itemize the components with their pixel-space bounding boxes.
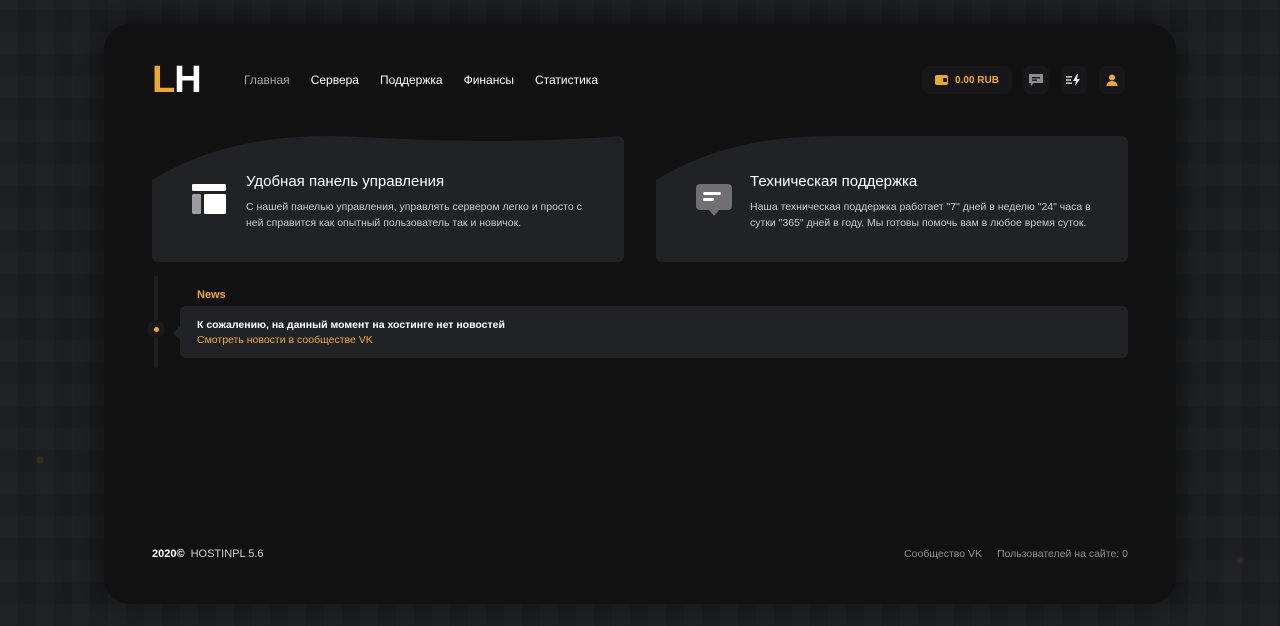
copyright-year: 2020© <box>152 548 185 560</box>
news-item: К сожалению, на данный момент на хостинг… <box>173 306 1128 358</box>
vk-community-link[interactable]: Сообщество VK <box>904 547 982 561</box>
card-text: С нашей панелью управления, управлять се… <box>246 201 582 229</box>
chat-bubble-icon <box>696 184 732 216</box>
footer-links: Сообщество VK Пользователей на сайте: 0 <box>904 547 1128 561</box>
news-message: К сожалению, на данный момент на хостинг… <box>197 319 505 331</box>
footer-copyright: 2020© HOSTINPL 5.6 <box>152 547 264 561</box>
main-nav: Главная Сервера Поддержка Финансы Статис… <box>244 72 598 88</box>
nav-item-statistics[interactable]: Статистика <box>535 72 598 88</box>
logo[interactable]: LH <box>152 59 202 101</box>
card-title: Техническая поддержка <box>750 173 918 190</box>
messages-button[interactable] <box>1023 66 1049 94</box>
balance-amount: 0.00 RUB <box>955 74 999 86</box>
balance-button[interactable]: 0.00 RUB <box>922 66 1012 94</box>
card-text: Наша техническая поддержка работает "7" … <box>750 201 1091 229</box>
users-online: Пользователей на сайте: 0 <box>996 548 1128 560</box>
feature-card-support: Техническая поддержка Наша техническая п… <box>656 136 1128 262</box>
version-label: HOSTINPL 5.6 <box>190 548 264 560</box>
news-heading: News <box>197 289 226 301</box>
card-title: Удобная панель управления <box>246 173 445 190</box>
wallet-icon <box>935 75 949 85</box>
logo-letter-h: H <box>174 59 201 101</box>
logo-letter-l: L <box>152 59 175 101</box>
feature-card-panel: Удобная панель управления С нашей панель… <box>152 136 624 262</box>
main-frame: LH Главная Сервера Поддержка Финансы Ста… <box>104 24 1176 604</box>
nav-item-home[interactable]: Главная <box>244 72 290 88</box>
nav-item-finance[interactable]: Финансы <box>464 72 514 88</box>
lightning-icon <box>1066 74 1080 86</box>
activity-button[interactable] <box>1061 66 1087 94</box>
profile-button[interactable] <box>1099 66 1125 94</box>
nav-item-support[interactable]: Поддержка <box>380 72 443 88</box>
panel-icon <box>192 184 226 214</box>
chat-icon <box>1029 74 1043 86</box>
timeline-dot <box>147 320 165 338</box>
nav-item-servers[interactable]: Сервера <box>311 72 359 88</box>
user-icon <box>1106 74 1118 86</box>
news-vk-link[interactable]: Смотреть новости в сообществе VK <box>197 333 373 347</box>
